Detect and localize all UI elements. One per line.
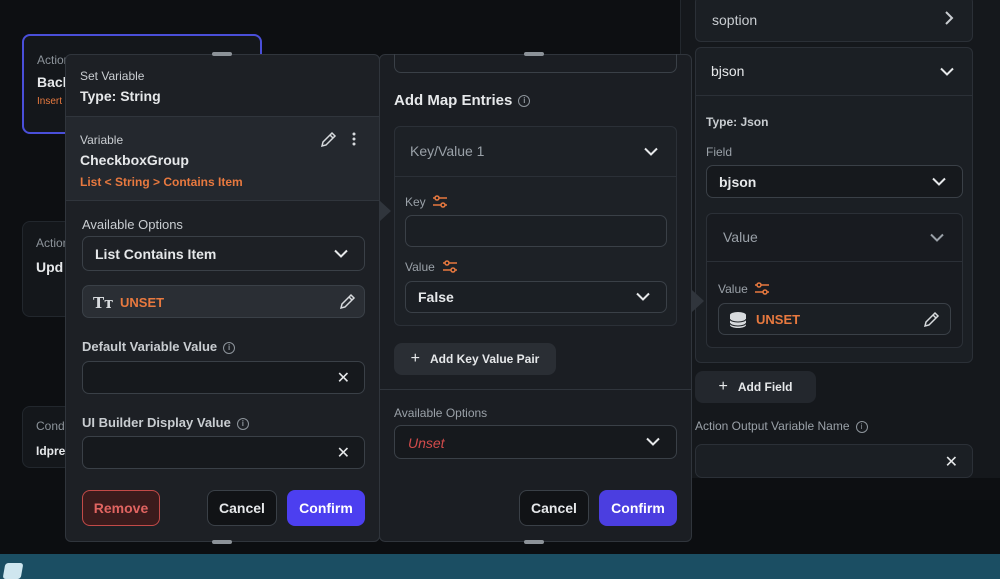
connector-arrow bbox=[379, 200, 391, 222]
item-value-input[interactable]: Tт UNSET bbox=[82, 285, 365, 318]
set-variable-panel: Set Variable Type: String Variable Check… bbox=[65, 54, 380, 542]
available-options-select[interactable]: List Contains Item bbox=[82, 236, 365, 271]
info-icon: i bbox=[855, 420, 868, 433]
close-icon[interactable]: ✕ bbox=[337, 443, 350, 463]
unset-value: UNSET bbox=[756, 312, 801, 327]
value-select-value: False bbox=[418, 289, 454, 305]
info-icon: i bbox=[518, 95, 531, 108]
add-pair-label: Add Key Value Pair bbox=[429, 352, 540, 366]
chevron-down-icon bbox=[932, 177, 946, 186]
add-field-button[interactable]: + Add Field bbox=[695, 371, 816, 403]
chevron-down-icon bbox=[940, 67, 954, 76]
map-cancel-button[interactable]: Cancel bbox=[519, 490, 589, 526]
drag-handle[interactable] bbox=[524, 52, 544, 56]
close-icon[interactable]: ✕ bbox=[337, 368, 350, 388]
chevron-right-icon bbox=[945, 11, 954, 25]
pair-title: Key/Value 1 bbox=[410, 143, 485, 159]
soption-row[interactable]: soption bbox=[695, 0, 973, 42]
value-label: Value bbox=[405, 260, 435, 274]
pencil-icon[interactable] bbox=[923, 311, 940, 328]
plus-icon: + bbox=[718, 378, 728, 395]
header-label: Set Variable bbox=[80, 69, 145, 83]
available-options-label: Available Options bbox=[82, 217, 183, 232]
type-label: Type: Json bbox=[706, 115, 769, 129]
chevron-down-icon bbox=[644, 147, 658, 156]
right-properties-panel: soption bjson Type: Json Field bjson Val… bbox=[680, 0, 1000, 478]
map-title: Add Map Entries i bbox=[394, 92, 531, 109]
chevron-down-icon bbox=[646, 437, 660, 447]
variable-path: List < String > Contains Item bbox=[80, 175, 243, 189]
pencil-icon[interactable] bbox=[320, 131, 337, 148]
default-value-label: Default Variable Value i bbox=[82, 339, 236, 354]
card-sub: Insert bbox=[37, 96, 63, 107]
map-confirm-button[interactable]: Confirm bbox=[599, 490, 677, 526]
taskbar bbox=[0, 554, 1000, 579]
header-type: Type: String bbox=[80, 88, 161, 104]
drag-handle[interactable] bbox=[212, 540, 232, 544]
key-value-pair-header[interactable]: Key/Value 1 bbox=[395, 127, 676, 177]
value-section-label: Value bbox=[723, 229, 758, 245]
map-top-stub bbox=[394, 54, 677, 73]
card-title: Idpre bbox=[36, 444, 66, 458]
set-variable-header: Set Variable Type: String bbox=[66, 55, 379, 117]
info-icon: i bbox=[223, 341, 236, 354]
unset-value: UNSET bbox=[120, 295, 165, 310]
add-field-label: Add Field bbox=[737, 380, 793, 394]
field-select[interactable]: bjson bbox=[706, 165, 963, 198]
chevron-down-icon bbox=[930, 233, 944, 242]
card-label: Condi bbox=[36, 419, 68, 433]
available-options-value: List Contains Item bbox=[95, 245, 217, 262]
sliders-icon[interactable] bbox=[443, 260, 457, 273]
sliders-icon[interactable] bbox=[433, 195, 447, 208]
field-select-value: bjson bbox=[719, 173, 757, 190]
vertical-dots-icon[interactable] bbox=[352, 132, 356, 146]
chevron-down-icon bbox=[334, 249, 348, 258]
card-title: Upd bbox=[36, 259, 64, 275]
bjson-header[interactable]: bjson bbox=[696, 48, 972, 96]
sliders-icon[interactable] bbox=[755, 282, 769, 295]
plus-icon: + bbox=[410, 350, 420, 367]
ui-builder-input[interactable]: ✕ bbox=[82, 436, 365, 469]
pencil-icon[interactable] bbox=[339, 293, 356, 310]
key-label: Key bbox=[405, 195, 426, 209]
cancel-button[interactable]: Cancel bbox=[207, 490, 277, 526]
variable-name: CheckboxGroup bbox=[80, 152, 189, 168]
remove-button[interactable]: Remove bbox=[82, 490, 160, 526]
right-value-input[interactable]: UNSET bbox=[718, 303, 951, 335]
key-input[interactable] bbox=[405, 215, 667, 247]
variable-label: Variable bbox=[80, 133, 124, 147]
map-entries-panel: Add Map Entries i Key/Value 1 Key Value F… bbox=[379, 54, 692, 542]
map-available-options-value: Unset bbox=[408, 435, 445, 451]
taskbar-app-icon[interactable] bbox=[2, 563, 24, 579]
info-icon: i bbox=[236, 417, 249, 430]
drag-handle[interactable] bbox=[524, 540, 544, 544]
value-label: Value bbox=[718, 282, 748, 296]
database-icon bbox=[729, 311, 747, 329]
confirm-button[interactable]: Confirm bbox=[287, 490, 365, 526]
bjson-section: bjson Type: Json Field bjson Value Value bbox=[695, 47, 973, 363]
bjson-label: bjson bbox=[711, 63, 745, 79]
output-var-input[interactable]: ✕ bbox=[695, 444, 973, 478]
ui-builder-label: UI Builder Display Value i bbox=[82, 415, 249, 430]
key-value-pair-card: Key/Value 1 Key Value False bbox=[394, 126, 677, 326]
field-label: Field bbox=[706, 145, 733, 159]
value-subsection-header[interactable]: Value bbox=[707, 214, 962, 262]
value-subsection: Value Value UNSET bbox=[706, 213, 963, 348]
soption-label: soption bbox=[712, 12, 758, 28]
text-type-icon: Tт bbox=[93, 294, 114, 312]
output-var-label: Action Output Variable Name i bbox=[695, 419, 868, 433]
map-available-options-select[interactable]: Unset bbox=[394, 425, 677, 459]
drag-handle[interactable] bbox=[212, 52, 232, 56]
map-available-options-label: Available Options bbox=[394, 406, 488, 420]
divider bbox=[380, 389, 691, 390]
connector-arrow bbox=[692, 290, 704, 312]
add-key-value-pair-button[interactable]: + Add Key Value Pair bbox=[394, 343, 556, 375]
variable-section: Variable CheckboxGroup List < String > C… bbox=[66, 117, 379, 201]
value-select[interactable]: False bbox=[405, 281, 667, 313]
chevron-down-icon bbox=[636, 292, 650, 302]
default-value-input[interactable]: ✕ bbox=[82, 361, 365, 394]
close-icon[interactable]: ✕ bbox=[945, 452, 958, 472]
